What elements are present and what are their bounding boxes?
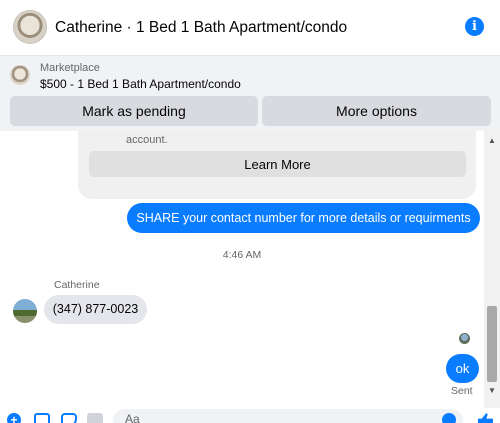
- info-icon[interactable]: i: [465, 17, 484, 36]
- sender-name: Catherine: [54, 279, 100, 291]
- message-thread[interactable]: account. Learn More SHARE your contact n…: [0, 131, 484, 408]
- sticker-icon[interactable]: [61, 413, 77, 423]
- incoming-message-bubble[interactable]: (347) 877-0023: [44, 295, 147, 324]
- conversation-header: Catherine · 1 Bed 1 Bath Apartment/condo…: [0, 0, 500, 56]
- conversation-title[interactable]: Catherine · 1 Bed 1 Bath Apartment/condo: [55, 19, 347, 37]
- listing-avatar[interactable]: [13, 10, 47, 44]
- like-icon[interactable]: [478, 413, 493, 423]
- outgoing-message-bubble[interactable]: SHARE your contact number for more detai…: [127, 203, 480, 233]
- gif-icon[interactable]: [87, 413, 103, 423]
- more-options-button[interactable]: More options: [262, 96, 491, 126]
- marketplace-panel: Marketplace $500 - 1 Bed 1 Bath Apartmen…: [0, 56, 500, 131]
- listing-summary[interactable]: $500 - 1 Bed 1 Bath Apartment/condo: [40, 77, 241, 91]
- info-card: account. Learn More: [78, 131, 476, 199]
- photo-icon[interactable]: [34, 413, 50, 423]
- message-timestamp: 4:46 AM: [222, 249, 262, 261]
- messenger-window: Catherine · 1 Bed 1 Bath Apartment/condo…: [0, 0, 500, 423]
- marketplace-label: Marketplace: [40, 62, 100, 74]
- scroll-down-arrow-icon[interactable]: ▼: [484, 383, 500, 399]
- seen-indicator-avatar: [459, 333, 470, 344]
- info-card-text: account.: [126, 134, 168, 146]
- outgoing-ok-bubble[interactable]: ok: [446, 354, 479, 383]
- message-status: Sent: [451, 385, 473, 397]
- message-input-placeholder: Aa: [125, 412, 140, 423]
- mark-as-pending-button[interactable]: Mark as pending: [10, 96, 258, 126]
- scrollbar-thumb[interactable]: [487, 306, 497, 382]
- listing-thumbnail[interactable]: [10, 65, 30, 85]
- scroll-up-arrow-icon[interactable]: ▲: [484, 133, 500, 149]
- message-composer: + Aa: [0, 408, 500, 423]
- thread-scrollbar[interactable]: ▲ ▼: [484, 131, 500, 408]
- plus-icon[interactable]: +: [7, 413, 21, 423]
- sender-avatar[interactable]: [13, 299, 37, 323]
- emoji-icon[interactable]: [442, 413, 456, 423]
- message-input[interactable]: Aa: [113, 409, 463, 423]
- learn-more-button[interactable]: Learn More: [89, 151, 466, 177]
